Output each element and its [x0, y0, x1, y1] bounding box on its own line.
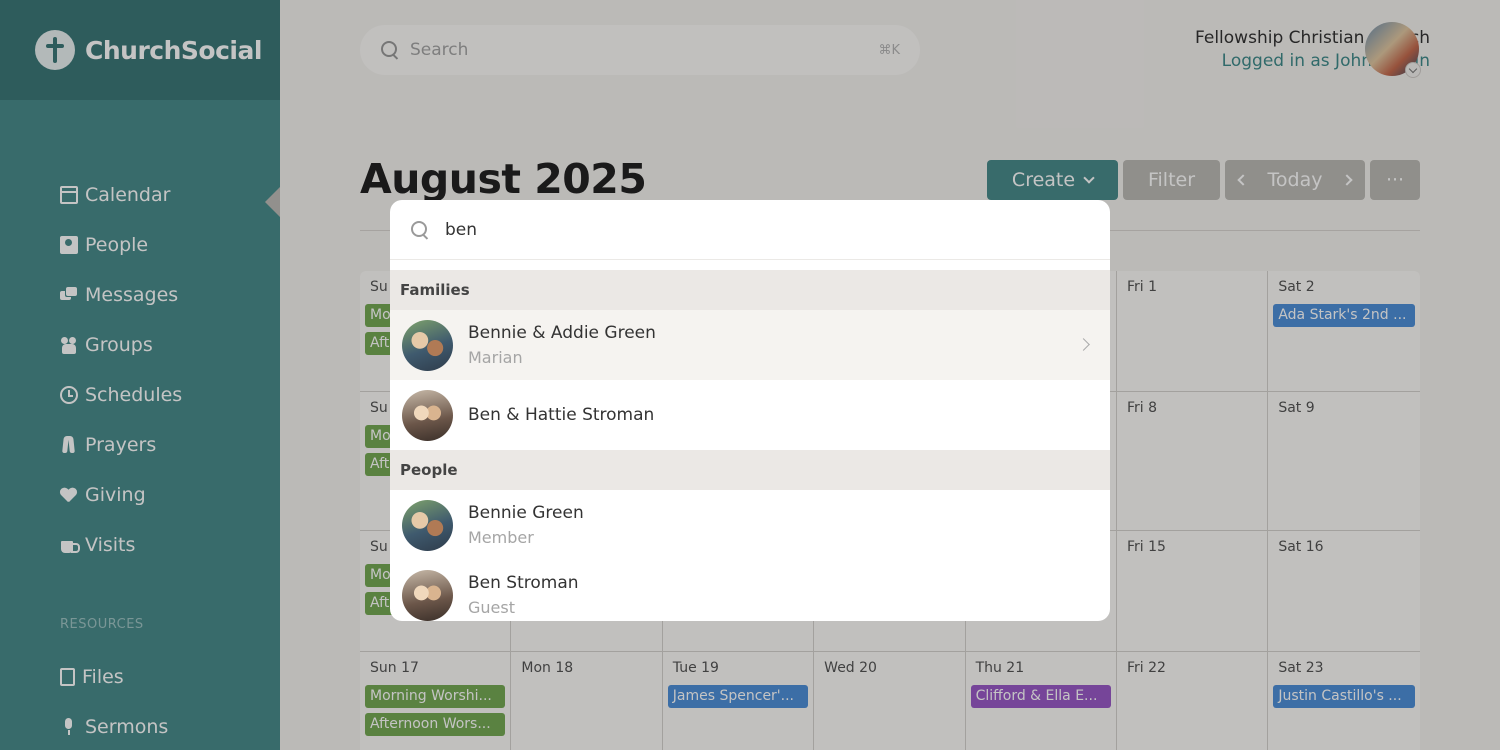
chevron-right-icon	[1077, 338, 1090, 351]
search-modal: ben Families Bennie & Addie Green Marian…	[390, 200, 1110, 621]
search-result-family[interactable]: Ben & Hattie Stroman	[390, 380, 1110, 450]
result-subtitle: Member	[468, 528, 534, 547]
search-result-person[interactable]: Ben Stroman Guest	[390, 560, 1110, 621]
result-name: Bennie & Addie Green	[468, 323, 656, 343]
result-subtitle: Guest	[468, 598, 515, 617]
result-text: Ben Stroman Guest	[468, 573, 579, 617]
people-heading: People	[390, 450, 1110, 490]
result-text: Ben & Hattie Stroman	[468, 405, 654, 425]
result-text: Bennie Green Member	[468, 503, 584, 547]
avatar	[402, 499, 453, 551]
result-name: Ben & Hattie Stroman	[468, 405, 655, 425]
search-result-family[interactable]: Bennie & Addie Green Marian	[390, 310, 1110, 380]
search-query[interactable]: ben	[445, 220, 477, 240]
result-name: Ben Stroman	[468, 573, 579, 593]
avatar	[402, 389, 453, 441]
modal-search-input[interactable]: ben	[390, 200, 1110, 260]
result-text: Bennie & Addie Green Marian	[468, 323, 656, 367]
result-name: Bennie Green	[468, 503, 584, 523]
search-result-person[interactable]: Bennie Green Member	[390, 490, 1110, 560]
families-heading: Families	[390, 270, 1110, 310]
search-icon	[410, 220, 430, 240]
avatar	[402, 319, 453, 371]
avatar	[402, 569, 453, 621]
result-subtitle: Marian	[468, 348, 523, 367]
